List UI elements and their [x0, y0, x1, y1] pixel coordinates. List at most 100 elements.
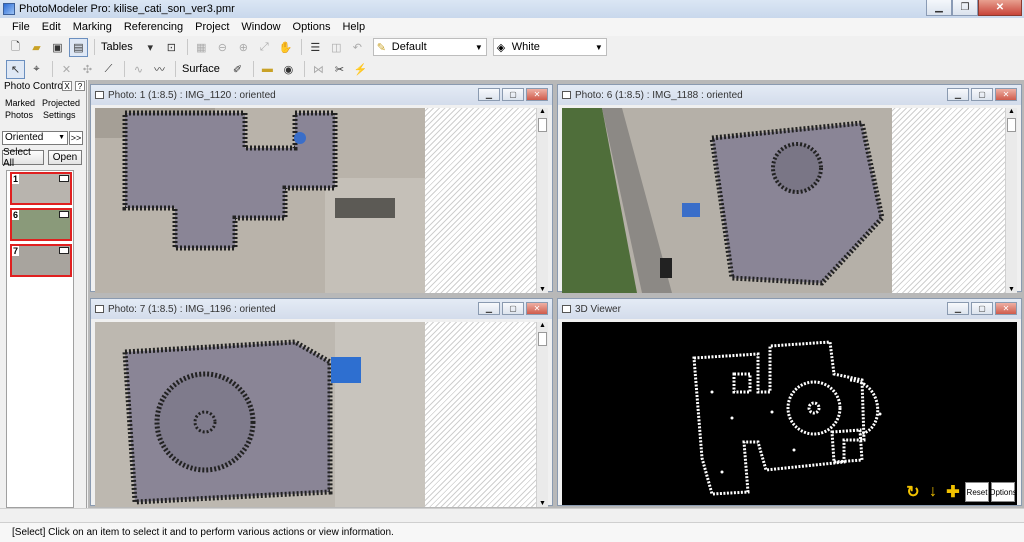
reference-icon[interactable]: ⋈	[309, 60, 328, 79]
thumbnail-photo-6[interactable]: 6	[10, 208, 72, 241]
minimize-button[interactable]: ▁	[478, 302, 500, 315]
viewer-options-button[interactable]: Options	[989, 482, 1017, 502]
menu-marking[interactable]: Marking	[67, 21, 118, 33]
viewer-window-icon	[562, 305, 571, 313]
grid-icon[interactable]: ▦	[192, 38, 211, 57]
run-icon[interactable]: ⚡	[351, 60, 370, 79]
photo-control-panel: Photo Control X ? Marked Photos Projecte…	[0, 80, 87, 508]
paint-bucket-icon: ◈	[496, 41, 506, 54]
delete-x-icon[interactable]: ✕	[57, 60, 76, 79]
camera-icon	[59, 247, 69, 254]
photo-canvas[interactable]	[95, 322, 537, 507]
camera-icon	[59, 211, 69, 218]
panel-help-button[interactable]: ?	[75, 81, 85, 91]
camera-icon	[59, 175, 69, 182]
color-combo[interactable]: ◈ White ▼	[492, 38, 607, 56]
status-bar: [Select] Click on an item to select it a…	[0, 522, 1024, 542]
menu-window[interactable]: Window	[235, 21, 286, 33]
photo-window-6: Photo: 6 (1:8.5) : IMG_1188 : oriented ▁…	[557, 84, 1022, 293]
layers-icon[interactable]: ◫	[327, 38, 346, 57]
curve-tool-icon[interactable]: ∿	[129, 60, 148, 79]
photo-canvas[interactable]	[562, 108, 1006, 293]
vertical-scrollbar[interactable]: ▲ ▼	[536, 108, 548, 293]
thumbnail-photo-1[interactable]: 1	[10, 172, 72, 205]
tab-projected[interactable]: Projected	[42, 98, 80, 108]
restore-button[interactable]: ❐	[952, 0, 978, 16]
photo-control-title: Photo Control	[4, 81, 66, 92]
select-arrow-icon[interactable]: ↖	[6, 59, 25, 79]
photo-view-icon[interactable]: ⊡	[162, 38, 181, 57]
pan-hand-icon[interactable]: ✋	[276, 38, 295, 57]
edge-tool-icon[interactable]: 〰	[150, 60, 169, 79]
tab-marked[interactable]: Marked	[5, 98, 35, 108]
measure-icon[interactable]: ▬	[258, 60, 277, 79]
close-button[interactable]: ✕	[995, 302, 1017, 315]
move-down-icon[interactable]: ↓	[923, 482, 943, 502]
maximize-button[interactable]: ▢	[971, 302, 993, 315]
close-button[interactable]: ✕	[526, 302, 548, 315]
undo-icon[interactable]: ↶	[348, 38, 367, 57]
photo-window-icon	[562, 91, 571, 99]
photo-window-caption: Photo: 6 (1:8.5) : IMG_1188 : oriented	[575, 89, 743, 101]
maximize-button[interactable]: ▢	[971, 88, 993, 101]
minimize-button[interactable]: ▁	[926, 0, 952, 16]
surface-draw-icon[interactable]: ✐	[228, 60, 247, 79]
zoom-out-icon[interactable]: ⊖	[213, 38, 232, 57]
workspace: Photo: 1 (1:8.5) : IMG_1120 : oriented ▁…	[88, 80, 1024, 508]
close-button[interactable]: ✕	[526, 88, 548, 101]
surface-menu-button[interactable]: Surface	[180, 63, 222, 75]
menu-edit[interactable]: Edit	[36, 21, 67, 33]
close-button[interactable]: ✕	[978, 0, 1022, 16]
viewer-3d-canvas[interactable]: ↻ ↓ ✚ Reset Options	[562, 322, 1017, 505]
photo-control-toggle-icon[interactable]: ▤	[69, 37, 88, 57]
tab-settings[interactable]: Settings	[43, 110, 76, 120]
panel-close-button[interactable]: X	[62, 81, 72, 91]
menu-help[interactable]: Help	[336, 21, 371, 33]
vertical-scrollbar[interactable]: ▲ ▼	[536, 322, 548, 507]
zoom-in-icon[interactable]: ⊕	[234, 38, 253, 57]
minimize-button[interactable]: ▁	[947, 302, 969, 315]
maximize-button[interactable]: ▢	[502, 88, 524, 101]
pan-cross-icon[interactable]: ✚	[943, 482, 963, 502]
main-toolbar: 🗋 ▰ ▣ ▤ Tables ▾ ⊡ ▦ ⊖ ⊕ ⤢ ✋ ☰ ◫ ↶ ✎ Def…	[0, 36, 1024, 58]
app-icon	[3, 3, 15, 15]
photo-thumbnail-list: 1 6 7	[6, 170, 74, 508]
vertical-scrollbar[interactable]: ▲ ▼	[1005, 108, 1017, 293]
add-point-icon[interactable]: ✣	[78, 60, 97, 79]
point-tool-icon[interactable]: ⌖	[27, 60, 46, 79]
open-folder-icon[interactable]: ▰	[27, 38, 46, 57]
list-icon[interactable]: ☰	[306, 38, 325, 57]
photo-window-7: Photo: 7 (1:8.5) : IMG_1196 : oriented ▁…	[90, 298, 553, 507]
line-tool-icon[interactable]: ⟋	[99, 60, 118, 79]
minimize-button[interactable]: ▁	[478, 88, 500, 101]
menu-referencing[interactable]: Referencing	[118, 21, 189, 33]
tab-photos[interactable]: Photos	[5, 110, 33, 120]
close-button[interactable]: ✕	[995, 88, 1017, 101]
viewer-reset-button[interactable]: Reset	[965, 482, 989, 502]
new-file-icon[interactable]: 🗋	[6, 38, 25, 57]
aerial-photo-image	[95, 322, 425, 507]
minimize-button[interactable]: ▁	[947, 88, 969, 101]
photo-window-icon	[95, 91, 104, 99]
select-all-button[interactable]: Select All	[2, 147, 44, 169]
thumbnail-photo-7[interactable]: 7	[10, 244, 72, 277]
photo-filter-select[interactable]: Oriented ▼	[2, 131, 68, 145]
pencil-icon: ✎	[376, 41, 387, 54]
tools-icon[interactable]: ✂	[330, 60, 349, 79]
maximize-button[interactable]: ▢	[502, 302, 524, 315]
save-icon[interactable]: ▣	[48, 38, 67, 57]
menu-options[interactable]: Options	[287, 21, 337, 33]
target-icon[interactable]: ◉	[279, 60, 298, 79]
photo-canvas[interactable]	[95, 108, 537, 293]
tables-menu-button[interactable]: Tables	[99, 41, 135, 53]
template-combo[interactable]: ✎ Default ▼	[372, 38, 487, 56]
open-button[interactable]: Open	[48, 150, 82, 165]
menu-file[interactable]: File	[6, 21, 36, 33]
photo-window-caption: Photo: 7 (1:8.5) : IMG_1196 : oriented	[108, 303, 276, 315]
rotate-icon[interactable]: ↻	[903, 482, 923, 502]
expand-button[interactable]: >>	[69, 131, 83, 145]
viewer-window-caption: 3D Viewer	[575, 303, 621, 315]
zoom-extents-icon[interactable]: ⤢	[255, 38, 274, 57]
tables-dropdown-icon[interactable]: ▾	[141, 38, 160, 57]
menu-project[interactable]: Project	[189, 21, 235, 33]
